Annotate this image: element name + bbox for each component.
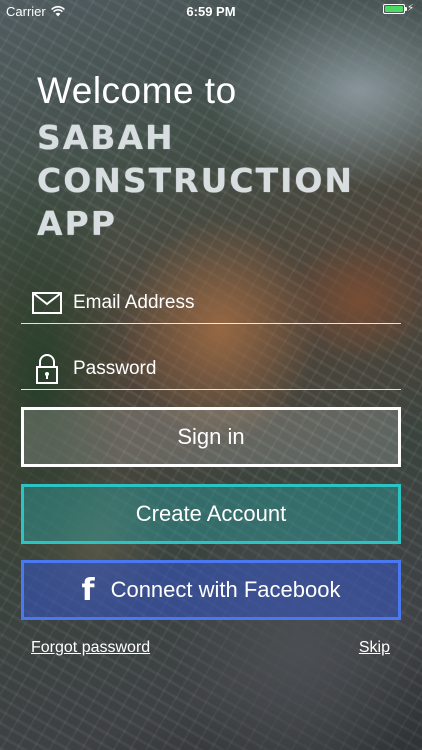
password-field (21, 349, 401, 390)
battery-icon (382, 4, 407, 14)
email-input[interactable] (71, 291, 375, 315)
skip-link[interactable]: Skip (359, 639, 390, 657)
password-input[interactable] (71, 357, 375, 381)
status-time: 6:59 PM (186, 4, 236, 19)
create-account-label: Create Account (135, 501, 287, 526)
sign-in-label: Sign in (177, 424, 245, 449)
app-name-line: CONSTRUCTION (37, 161, 355, 200)
sign-in-button[interactable]: Sign in (21, 407, 401, 467)
connect-facebook-label: Connect with Facebook (110, 577, 341, 602)
lock-icon (29, 354, 65, 384)
app-name-logo: SABAH CONSTRUCTION APP (37, 116, 357, 245)
create-account-button[interactable]: Create Account (21, 484, 401, 544)
charging-icon: ⚡ (406, 3, 414, 14)
battery-group: ⚡ (382, 3, 414, 14)
mail-icon (29, 288, 65, 318)
email-field (21, 283, 401, 324)
status-bar: Carrier 6:59 PM ⚡ (0, 0, 422, 22)
app-name-line: SABAH (37, 118, 175, 157)
facebook-icon: f (81, 572, 95, 608)
welcome-heading: Welcome to (37, 70, 237, 111)
connect-facebook-button[interactable]: f Connect with Facebook (21, 560, 401, 620)
forgot-password-link[interactable]: Forgot password (31, 639, 150, 657)
app-name-line: APP (37, 204, 117, 243)
